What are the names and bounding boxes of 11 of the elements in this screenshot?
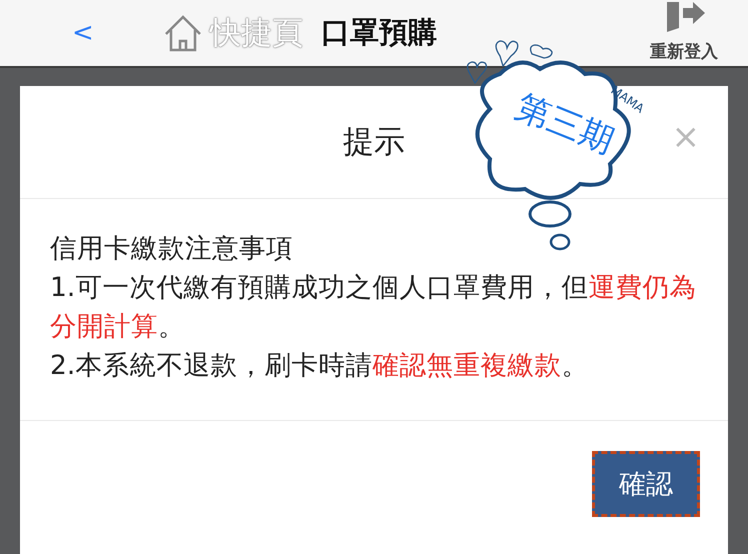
page-title: 口罩預購 xyxy=(320,14,437,51)
notice-text: 1.可一次代繳有預購成功之個人口罩費用，但運費仍為分開計算。 xyxy=(50,271,698,344)
dialog-title: 提示 xyxy=(343,123,405,162)
notice-text: 信用卡繳款注意事項 xyxy=(50,232,293,266)
back-button[interactable]: < xyxy=(72,18,94,48)
confirm-button[interactable]: 確認 xyxy=(592,451,700,517)
thought-bubble xyxy=(550,234,570,250)
shortcut-label[interactable]: 快捷頁 xyxy=(210,12,303,54)
logout-button[interactable]: 重新登入 xyxy=(650,0,718,66)
close-button[interactable]: × xyxy=(672,120,700,154)
notice-text: 2.本系統不退款，刷卡時請確認無重複繳款。 xyxy=(50,349,588,383)
